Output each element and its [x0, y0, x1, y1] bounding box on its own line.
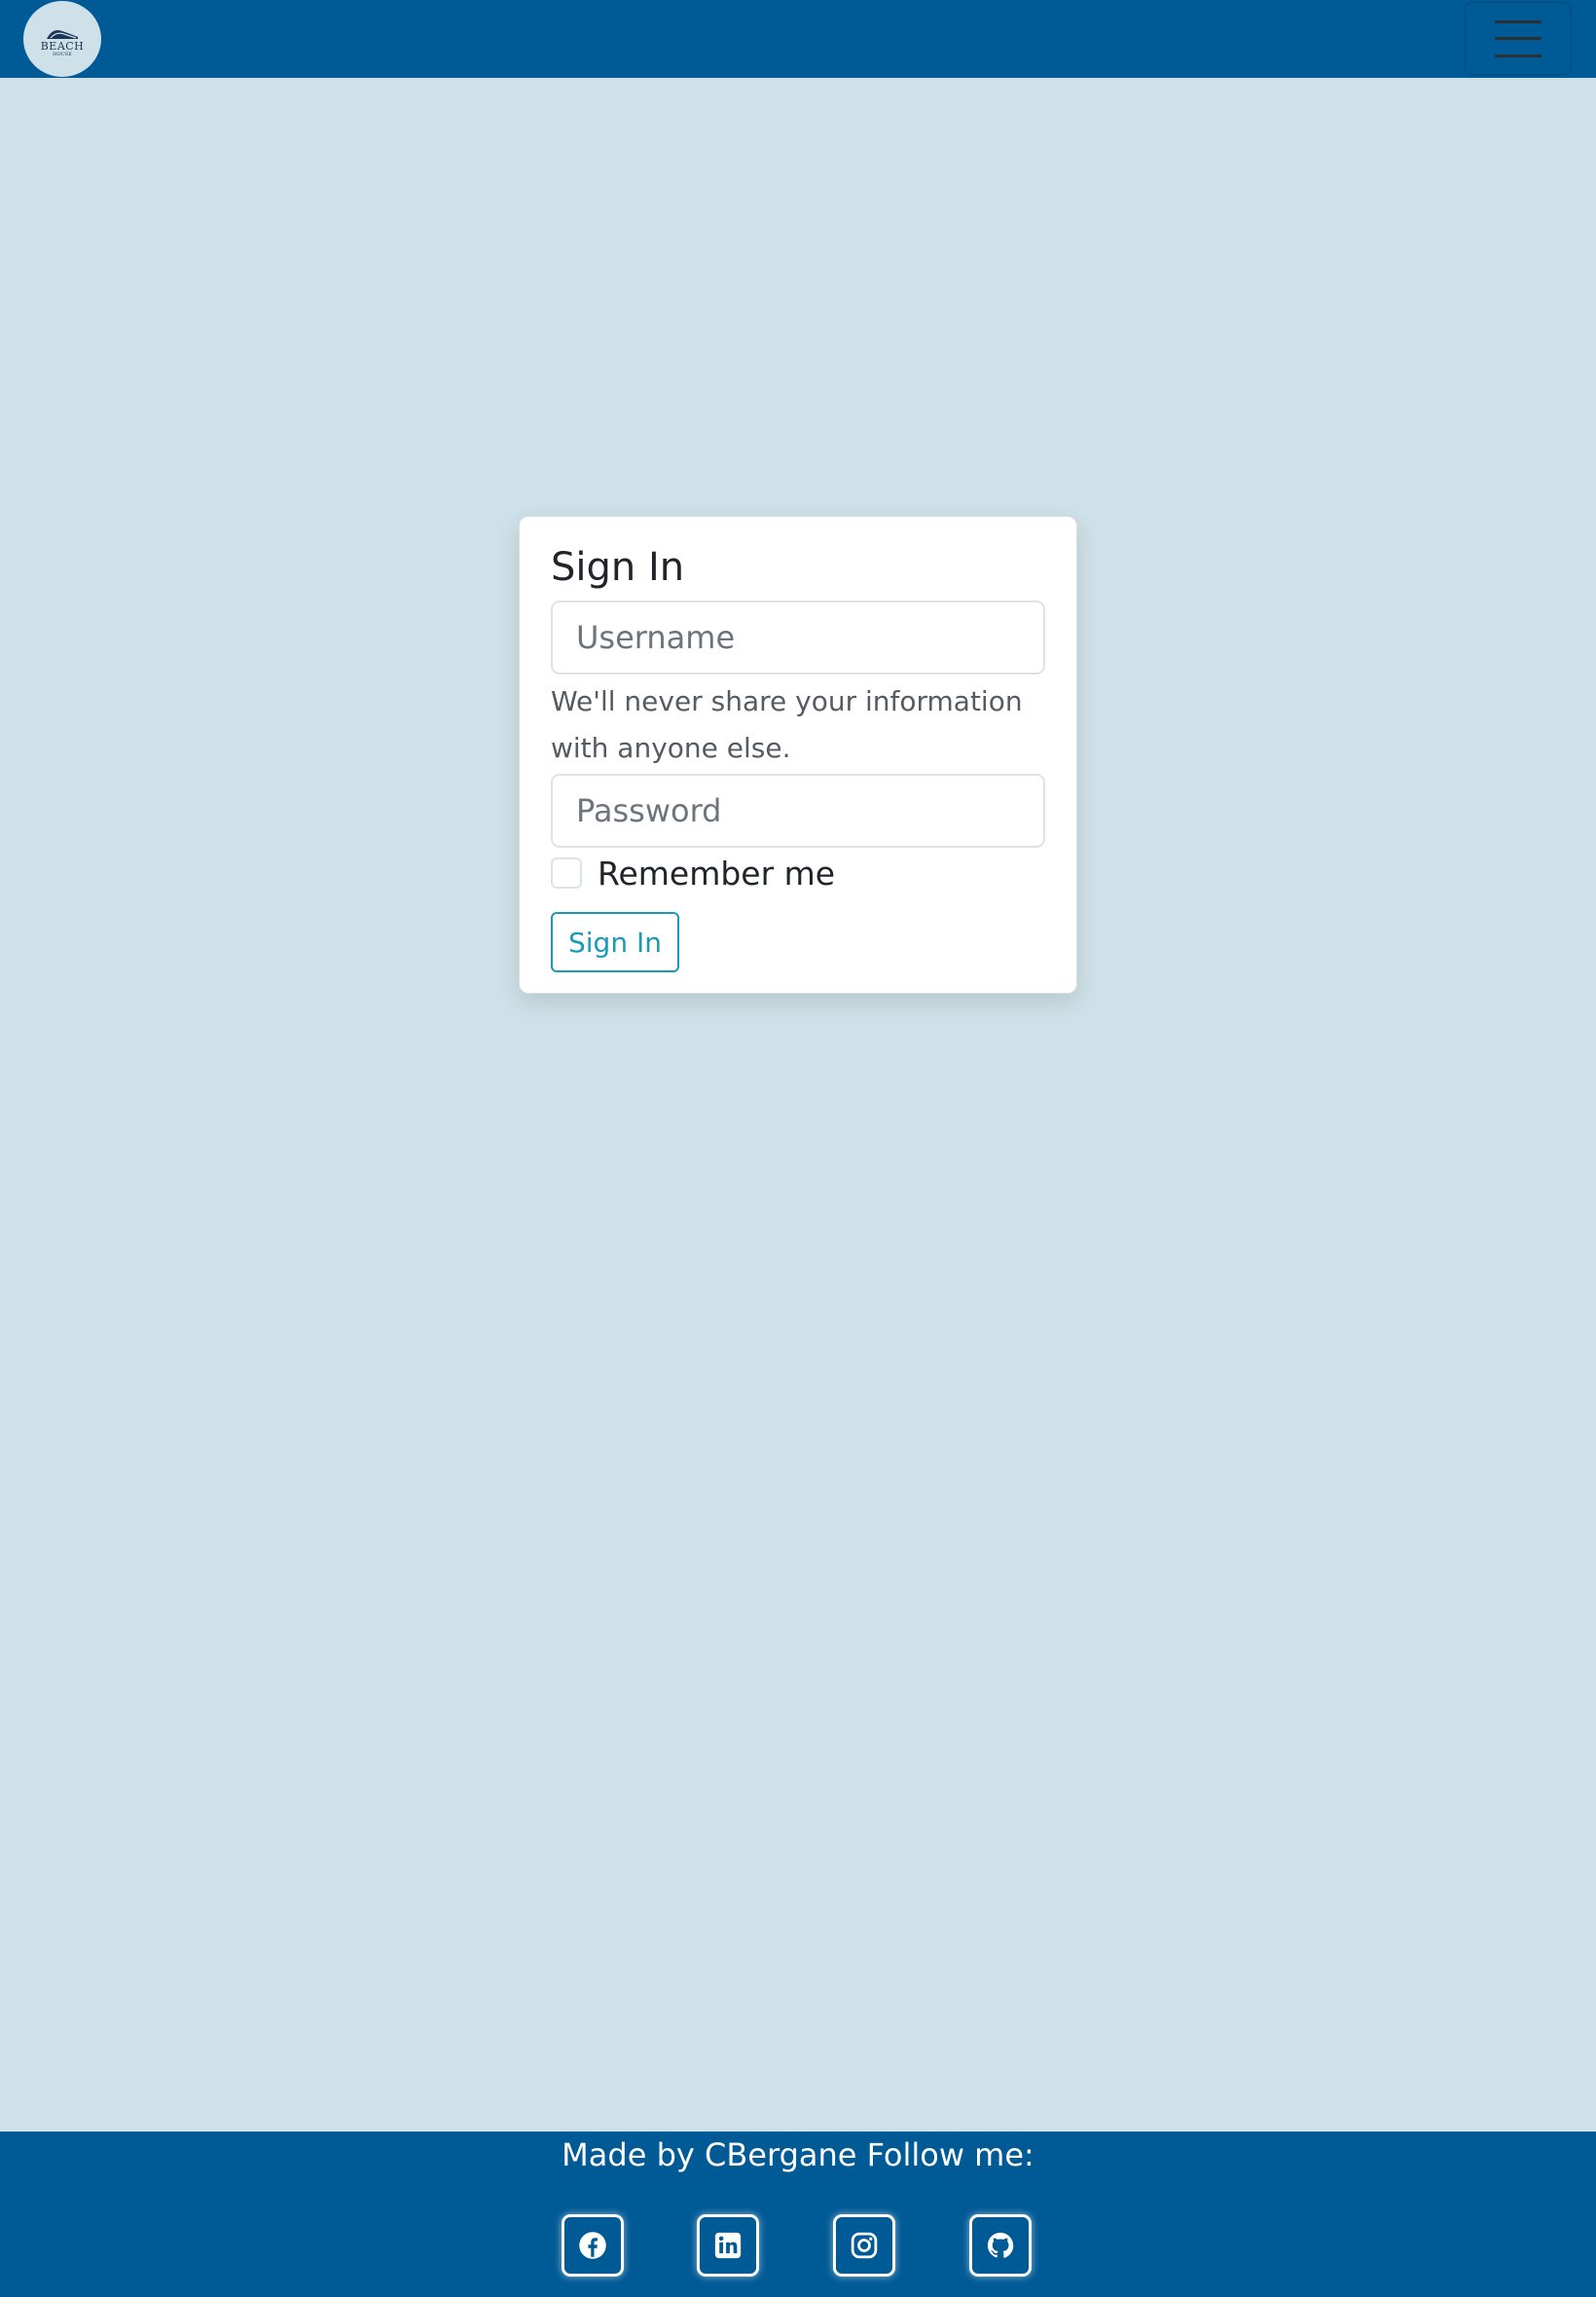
footer: Made by CBergane Follow me: [0, 2132, 1596, 2297]
facebook-icon [579, 2232, 606, 2259]
remember-me-checkbox[interactable] [551, 857, 582, 889]
password-input[interactable] [551, 774, 1045, 848]
logo-subtext: HOUSE [53, 51, 72, 57]
github-icon [987, 2232, 1014, 2258]
signin-button[interactable]: Sign In [551, 912, 679, 972]
brand-logo[interactable]: BEACH HOUSE [23, 1, 101, 77]
privacy-help-text: We'll never share your information with … [551, 685, 1023, 764]
footer-credit-text: Made by CBergane Follow me: [562, 2136, 1034, 2173]
remember-me-label[interactable]: Remember me [598, 855, 835, 893]
wave-logo-icon [47, 29, 78, 39]
menu-toggle-button[interactable] [1465, 2, 1572, 75]
signin-title: Sign In [551, 545, 685, 590]
instagram-icon [851, 2232, 878, 2259]
facebook-link[interactable] [562, 2214, 624, 2277]
hamburger-menu-icon [1495, 19, 1542, 57]
logo-text: BEACH [40, 39, 85, 53]
social-links [0, 2214, 1596, 2279]
instagram-link[interactable] [833, 2214, 895, 2277]
linkedin-icon [714, 2232, 742, 2259]
username-input[interactable] [551, 601, 1045, 675]
remember-me-row: Remember me [551, 855, 1045, 893]
linkedin-link[interactable] [697, 2214, 759, 2277]
signin-card: Sign In We'll never share your informati… [519, 516, 1077, 994]
github-link[interactable] [969, 2214, 1032, 2277]
navbar: BEACH HOUSE [0, 0, 1596, 78]
